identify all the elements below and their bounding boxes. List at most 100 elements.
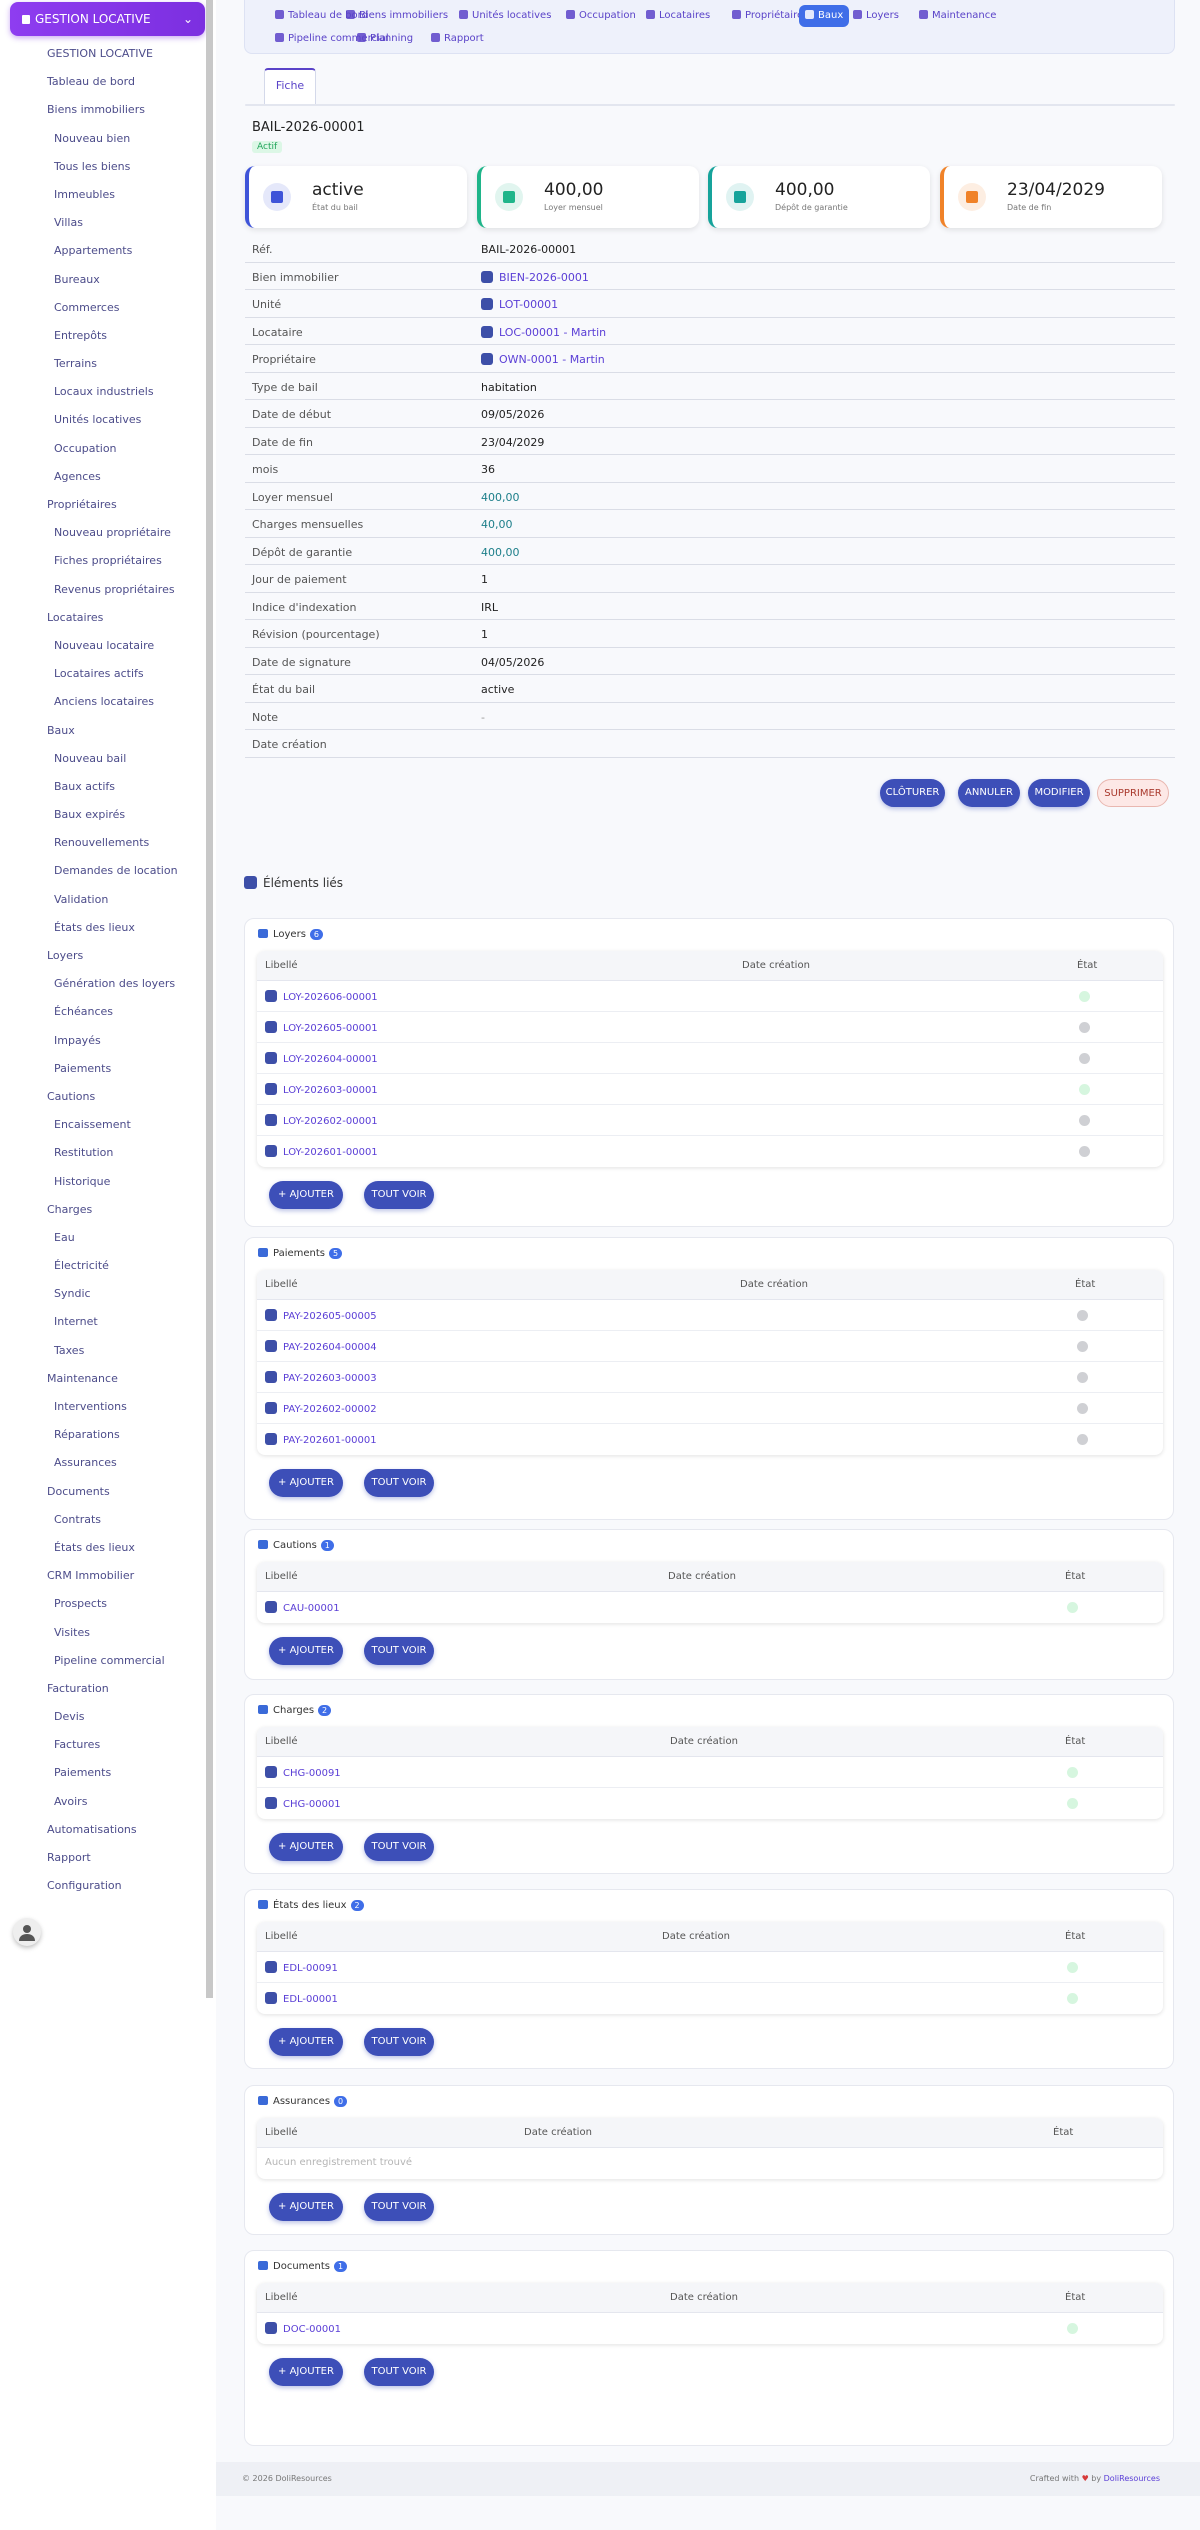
sidebar-item[interactable]: Configuration bbox=[0, 1876, 205, 1904]
sidebar-item[interactable]: Entrepôts bbox=[0, 326, 205, 354]
record-link[interactable]: CAU-00001 bbox=[265, 1601, 340, 1614]
sidebar-item[interactable]: Documents bbox=[0, 1482, 205, 1510]
sidebar-item[interactable]: Cautions bbox=[0, 1087, 205, 1115]
sidebar-item[interactable]: Nouveau propriétaire bbox=[0, 523, 205, 551]
add-button[interactable]: + AJOUTER bbox=[269, 2358, 343, 2386]
nav-item-8[interactable]: Maintenance bbox=[913, 5, 1002, 27]
sidebar-item[interactable]: Immeubles bbox=[0, 185, 205, 213]
sidebar-item[interactable]: Baux bbox=[0, 721, 205, 749]
cancel-lease-button[interactable]: ANNULER bbox=[958, 779, 1020, 807]
sidebar-item[interactable]: Nouveau bail bbox=[0, 749, 205, 777]
sidebar-item[interactable]: Impayés bbox=[0, 1031, 205, 1059]
view-all-button[interactable]: TOUT VOIR bbox=[364, 2358, 434, 2386]
nav-item-1[interactable]: Biens immobiliers bbox=[340, 5, 454, 27]
sidebar-item[interactable]: Eau bbox=[0, 1228, 205, 1256]
sidebar-item[interactable]: Baux expirés bbox=[0, 805, 205, 833]
view-all-button[interactable]: TOUT VOIR bbox=[364, 1181, 434, 1209]
record-link[interactable]: PAY-202604-00004 bbox=[265, 1340, 377, 1353]
view-all-button[interactable]: TOUT VOIR bbox=[364, 1833, 434, 1861]
sidebar-item[interactable]: Locataires bbox=[0, 608, 205, 636]
sidebar-item[interactable]: Pipeline commercial bbox=[0, 1651, 205, 1679]
sidebar-item[interactable]: Revenus propriétaires bbox=[0, 580, 205, 608]
sidebar-item[interactable]: Taxes bbox=[0, 1341, 205, 1369]
record-link[interactable]: DOC-00001 bbox=[265, 2322, 341, 2335]
field-value[interactable]: BIEN-2026-0001 bbox=[481, 270, 589, 284]
sidebar-item[interactable]: Loyers bbox=[0, 946, 205, 974]
sidebar-item[interactable]: Interventions bbox=[0, 1397, 205, 1425]
sidebar-item[interactable]: Réparations bbox=[0, 1425, 205, 1453]
record-link[interactable]: CHG-00001 bbox=[265, 1797, 341, 1810]
sidebar-item[interactable]: Agences bbox=[0, 467, 205, 495]
close-lease-button[interactable]: CLÔTURER bbox=[880, 779, 945, 807]
sidebar-item[interactable]: Maintenance bbox=[0, 1369, 205, 1397]
sidebar-item[interactable]: CRM Immobilier bbox=[0, 1566, 205, 1594]
add-button[interactable]: + AJOUTER bbox=[269, 1833, 343, 1861]
sidebar-item[interactable]: Bureaux bbox=[0, 270, 205, 298]
sidebar-item[interactable]: Locataires actifs bbox=[0, 664, 205, 692]
record-link[interactable]: LOY-202606-00001 bbox=[265, 990, 378, 1003]
sidebar-item[interactable]: Devis bbox=[0, 1707, 205, 1735]
sidebar-item[interactable]: États des lieux bbox=[0, 918, 205, 946]
record-link[interactable]: PAY-202603-00003 bbox=[265, 1371, 377, 1384]
sidebar-item[interactable]: Historique bbox=[0, 1172, 205, 1200]
sidebar-item[interactable]: Commerces bbox=[0, 298, 205, 326]
sidebar-scrollbar[interactable] bbox=[206, 0, 213, 1998]
record-link[interactable]: EDL-00001 bbox=[265, 1992, 338, 2005]
delete-button[interactable]: SUPPRIMER bbox=[1097, 779, 1169, 807]
nav-item-4[interactable]: Locataires bbox=[640, 5, 716, 27]
record-link[interactable]: EDL-00091 bbox=[265, 1961, 338, 1974]
sidebar-item[interactable]: Propriétaires bbox=[0, 495, 205, 523]
record-link[interactable]: LOY-202603-00001 bbox=[265, 1083, 378, 1096]
sidebar-item[interactable]: Anciens locataires bbox=[0, 692, 205, 720]
sidebar-item[interactable]: Internet bbox=[0, 1312, 205, 1340]
sidebar-item[interactable]: Facturation bbox=[0, 1679, 205, 1707]
sidebar-item[interactable]: Baux actifs bbox=[0, 777, 205, 805]
sidebar-item[interactable]: Rapport bbox=[0, 1848, 205, 1876]
edit-button[interactable]: MODIFIER bbox=[1028, 779, 1090, 807]
sidebar-item[interactable]: Paiements bbox=[0, 1763, 205, 1791]
add-button[interactable]: + AJOUTER bbox=[269, 1181, 343, 1209]
nav-item-3[interactable]: Occupation bbox=[560, 5, 642, 27]
record-link[interactable]: PAY-202605-00005 bbox=[265, 1309, 377, 1322]
field-value[interactable]: LOC-00001 - Martin bbox=[481, 325, 606, 339]
record-link[interactable]: PAY-202601-00001 bbox=[265, 1433, 377, 1446]
record-link[interactable]: PAY-202602-00002 bbox=[265, 1402, 377, 1415]
sidebar-item[interactable]: Charges bbox=[0, 1200, 205, 1228]
field-value[interactable]: LOT-00001 bbox=[481, 298, 558, 311]
view-all-button[interactable]: TOUT VOIR bbox=[364, 2028, 434, 2056]
avatar[interactable] bbox=[13, 1918, 41, 1946]
sidebar-item[interactable]: Nouveau locataire bbox=[0, 636, 205, 664]
add-button[interactable]: + AJOUTER bbox=[269, 1469, 343, 1497]
record-link[interactable]: CHG-00091 bbox=[265, 1766, 341, 1779]
sidebar-item[interactable]: Contrats bbox=[0, 1510, 205, 1538]
add-button[interactable]: + AJOUTER bbox=[269, 2193, 343, 2221]
view-all-button[interactable]: TOUT VOIR bbox=[364, 1637, 434, 1665]
sidebar-item[interactable]: Syndic bbox=[0, 1284, 205, 1312]
nav-item-6[interactable]: Baux bbox=[799, 5, 850, 27]
field-value[interactable]: OWN-0001 - Martin bbox=[481, 353, 605, 366]
view-all-button[interactable]: TOUT VOIR bbox=[364, 2193, 434, 2221]
sidebar-item[interactable]: GESTION LOCATIVE bbox=[0, 44, 205, 72]
sidebar-item[interactable]: Terrains bbox=[0, 354, 205, 382]
sidebar-item[interactable]: Restitution bbox=[0, 1143, 205, 1171]
add-button[interactable]: + AJOUTER bbox=[269, 1637, 343, 1665]
sidebar-item[interactable]: Nouveau bien bbox=[0, 129, 205, 157]
nav-item-7[interactable]: Loyers bbox=[847, 5, 905, 27]
tab-fiche[interactable]: Fiche bbox=[264, 68, 316, 104]
nav-item-2[interactable]: Unités locatives bbox=[453, 5, 557, 27]
sidebar-item[interactable]: Génération des loyers bbox=[0, 974, 205, 1002]
sidebar-item[interactable]: Biens immobiliers bbox=[0, 100, 205, 128]
sidebar-item[interactable]: Prospects bbox=[0, 1594, 205, 1622]
sidebar-item[interactable]: Demandes de location bbox=[0, 861, 205, 889]
add-button[interactable]: + AJOUTER bbox=[269, 2028, 343, 2056]
sidebar-item[interactable]: Avoirs bbox=[0, 1792, 205, 1820]
brand-menu-button[interactable]: GESTION LOCATIVE ⌄ bbox=[10, 2, 205, 36]
sidebar-item[interactable]: Paiements bbox=[0, 1059, 205, 1087]
sidebar-item[interactable]: Tous les biens bbox=[0, 157, 205, 185]
sidebar-item[interactable]: Validation bbox=[0, 890, 205, 918]
record-link[interactable]: LOY-202605-00001 bbox=[265, 1021, 378, 1034]
sidebar-item[interactable]: Renouvellements bbox=[0, 833, 205, 861]
sidebar-item[interactable]: Automatisations bbox=[0, 1820, 205, 1848]
nav-item-10[interactable]: Planning bbox=[351, 28, 419, 50]
view-all-button[interactable]: TOUT VOIR bbox=[364, 1469, 434, 1497]
